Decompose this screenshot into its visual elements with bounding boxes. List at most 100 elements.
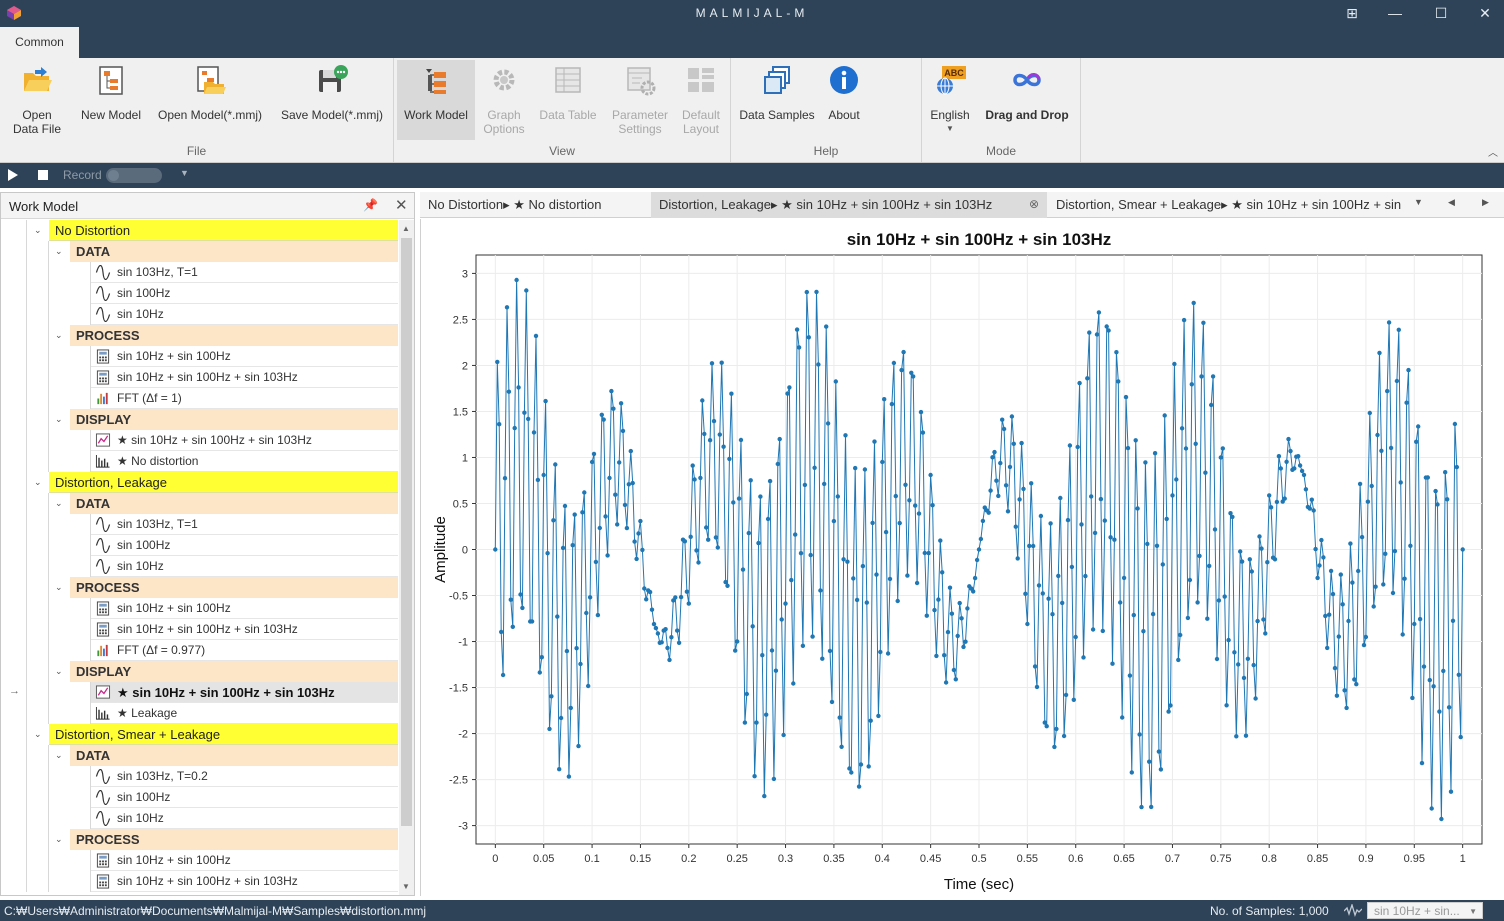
collapse-toggle-icon[interactable]: ⌄ bbox=[34, 477, 42, 488]
doc-tab-leakage[interactable]: Distortion, Leakage▸ ★ sin 10Hz + sin 10… bbox=[651, 192, 1047, 218]
tree-node-bar[interactable]: No Distortion bbox=[49, 220, 398, 241]
tree-item[interactable]: ★ No distortion bbox=[1, 451, 398, 472]
tree-node-bar[interactable]: FFT (Δf = 1) bbox=[91, 388, 398, 409]
tree-node-bar[interactable]: ★ sin 10Hz + sin 100Hz + sin 103Hz bbox=[91, 430, 398, 451]
tree-model-node[interactable]: ⌄ No Distortion bbox=[1, 220, 398, 241]
tree-node-bar[interactable]: sin 10Hz bbox=[91, 304, 398, 325]
data-table-button[interactable]: Data Table bbox=[533, 60, 603, 140]
tree-node-bar[interactable]: Distortion, Smear + Leakage bbox=[49, 724, 398, 745]
collapse-toggle-icon[interactable]: ⌄ bbox=[55, 666, 63, 677]
tree-node-bar[interactable]: DATA bbox=[70, 745, 398, 766]
tree-section-node[interactable]: ⌄ PROCESS bbox=[1, 325, 398, 346]
tree-item[interactable]: sin 10Hz bbox=[1, 808, 398, 829]
tree-item[interactable]: → ★ sin 10Hz + sin 100Hz + sin 103Hz bbox=[1, 682, 398, 703]
open-data-file-button[interactable]: Open Data File bbox=[4, 60, 70, 140]
tree-item[interactable]: FFT (Δf = 0.977) bbox=[1, 640, 398, 661]
tree-item[interactable]: sin 103Hz, T=1 bbox=[1, 262, 398, 283]
about-button[interactable]: About bbox=[821, 60, 867, 140]
tree-section-node[interactable]: ⌄ DISPLAY bbox=[1, 409, 398, 430]
panel-close-icon[interactable]: ✕ bbox=[395, 196, 408, 214]
collapse-toggle-icon[interactable]: ⌄ bbox=[55, 498, 63, 509]
tree-node-bar[interactable]: DISPLAY bbox=[70, 661, 398, 682]
tree-node-bar[interactable]: sin 100Hz bbox=[91, 535, 398, 556]
tree-node-bar[interactable]: ★ sin 10Hz + sin 100Hz + sin 103Hz bbox=[91, 682, 398, 703]
stop-icon[interactable] bbox=[38, 170, 48, 180]
tree-node-bar[interactable]: sin 10Hz + sin 100Hz bbox=[91, 850, 398, 871]
tree-node-bar[interactable]: sin 10Hz bbox=[91, 556, 398, 577]
tree-node-bar[interactable]: PROCESS bbox=[70, 577, 398, 598]
tree-node-bar[interactable]: sin 103Hz, T=1 bbox=[91, 262, 398, 283]
tree-scrollbar[interactable]: ▲ ▼ bbox=[399, 220, 414, 895]
tree-item[interactable]: sin 100Hz bbox=[1, 283, 398, 304]
maximize-icon[interactable]: ☐ bbox=[1426, 2, 1456, 24]
save-model-button[interactable]: Save Model(*.mmj) bbox=[274, 60, 390, 140]
parameter-settings-button[interactable]: Parameter Settings bbox=[606, 60, 674, 140]
tab-scroll-left-icon[interactable]: ◀ bbox=[1448, 197, 1455, 208]
minimize-icon[interactable]: — bbox=[1380, 2, 1410, 24]
tree-node-bar[interactable]: DISPLAY bbox=[70, 409, 398, 430]
tree-node-bar[interactable]: sin 100Hz bbox=[91, 787, 398, 808]
tree-model-node[interactable]: ⌄ Distortion, Smear + Leakage bbox=[1, 724, 398, 745]
scroll-up-icon[interactable]: ▲ bbox=[402, 224, 410, 233]
tree-item[interactable]: sin 103Hz, T=0.2 bbox=[1, 766, 398, 787]
tree-node-bar[interactable]: sin 103Hz, T=1 bbox=[91, 514, 398, 535]
tree-section-node[interactable]: ⌄ PROCESS bbox=[1, 577, 398, 598]
tree-model-node[interactable]: ⌄ Distortion, Leakage bbox=[1, 472, 398, 493]
collapse-toggle-icon[interactable]: ⌄ bbox=[55, 834, 63, 845]
tab-list-dropdown-icon[interactable]: ▼ bbox=[1414, 197, 1423, 207]
default-layout-button[interactable]: Default Layout bbox=[676, 60, 726, 140]
tree-node-bar[interactable]: sin 10Hz + sin 100Hz bbox=[91, 598, 398, 619]
tree-node-bar[interactable]: sin 10Hz + sin 100Hz + sin 103Hz bbox=[91, 871, 398, 892]
scrollbar-thumb[interactable] bbox=[401, 238, 412, 826]
tree-node-bar[interactable]: sin 10Hz + sin 100Hz + sin 103Hz bbox=[91, 367, 398, 388]
tree-node-bar[interactable]: sin 10Hz + sin 100Hz + sin 103Hz bbox=[91, 619, 398, 640]
doc-tab-no-distortion[interactable]: No Distortion▸ ★ No distortion bbox=[420, 192, 650, 218]
tree-node-bar[interactable]: sin 100Hz bbox=[91, 283, 398, 304]
tree-node-bar[interactable]: ★ No distortion bbox=[91, 451, 398, 472]
tree-item[interactable]: FFT (Δf = 1) bbox=[1, 388, 398, 409]
tree-node-bar[interactable]: ★ Leakage bbox=[91, 703, 398, 724]
drag-and-drop-button[interactable]: Drag and Drop bbox=[978, 60, 1076, 140]
tab-scroll-right-icon[interactable]: ▶ bbox=[1482, 197, 1489, 208]
work-model-button[interactable]: Work Model bbox=[397, 60, 475, 140]
collapse-toggle-icon[interactable]: ⌄ bbox=[34, 225, 42, 236]
tree-node-bar[interactable]: sin 10Hz + sin 100Hz bbox=[91, 346, 398, 367]
tab-close-icon[interactable]: ⊗ bbox=[1029, 192, 1039, 217]
tree-node-bar[interactable]: PROCESS bbox=[70, 325, 398, 346]
open-model-button[interactable]: Open Model(*.mmj) bbox=[152, 60, 268, 140]
tree-section-node[interactable]: ⌄ PROCESS bbox=[1, 829, 398, 850]
collapse-toggle-icon[interactable]: ⌄ bbox=[55, 582, 63, 593]
language-button[interactable]: ABC English ▼ bbox=[926, 60, 974, 140]
tree-item[interactable]: sin 10Hz + sin 100Hz + sin 103Hz bbox=[1, 367, 398, 388]
collapse-toggle-icon[interactable]: ⌄ bbox=[34, 729, 42, 740]
tree-node-bar[interactable]: DATA bbox=[70, 241, 398, 262]
tree-section-node[interactable]: ⌄ DATA bbox=[1, 745, 398, 766]
tree-node-bar[interactable]: FFT (Δf = 0.977) bbox=[91, 640, 398, 661]
tree-section-node[interactable]: ⌄ DATA bbox=[1, 493, 398, 514]
collapse-toggle-icon[interactable]: ⌄ bbox=[55, 750, 63, 761]
tree-item[interactable]: sin 10Hz bbox=[1, 304, 398, 325]
series-select[interactable]: sin 10Hz + sin... ▼ bbox=[1367, 902, 1483, 919]
graph-options-button[interactable]: Graph Options bbox=[478, 60, 530, 140]
collapse-toggle-icon[interactable]: ⌄ bbox=[55, 414, 63, 425]
tree-section-node[interactable]: ⌄ DISPLAY bbox=[1, 661, 398, 682]
collapse-toggle-icon[interactable]: ⌄ bbox=[55, 330, 63, 341]
collapse-ribbon-icon[interactable]: ︿ bbox=[1488, 144, 1498, 159]
record-toggle[interactable] bbox=[106, 168, 162, 183]
tree-node-bar[interactable]: sin 10Hz bbox=[91, 808, 398, 829]
tree-item[interactable]: sin 10Hz + sin 100Hz bbox=[1, 346, 398, 367]
tree-node-bar[interactable]: PROCESS bbox=[70, 829, 398, 850]
record-dropdown-icon[interactable]: ▼ bbox=[180, 168, 189, 178]
tab-common[interactable]: Common bbox=[0, 27, 79, 58]
scroll-down-icon[interactable]: ▼ bbox=[402, 882, 410, 891]
tree-node-bar[interactable]: sin 103Hz, T=0.2 bbox=[91, 766, 398, 787]
data-samples-button[interactable]: Data Samples bbox=[735, 60, 819, 140]
tree-node-bar[interactable]: Distortion, Leakage bbox=[49, 472, 398, 493]
tree-item[interactable]: sin 10Hz + sin 100Hz bbox=[1, 598, 398, 619]
play-icon[interactable] bbox=[8, 169, 18, 181]
tree-section-node[interactable]: ⌄ DATA bbox=[1, 241, 398, 262]
tree-item[interactable]: sin 10Hz + sin 100Hz + sin 103Hz bbox=[1, 871, 398, 892]
tree-item[interactable]: sin 100Hz bbox=[1, 787, 398, 808]
line-chart[interactable]: sin 10Hz + sin 100Hz + sin 103Hz 3 2.5 2 1.5… bbox=[421, 219, 1503, 896]
tree-item[interactable]: sin 100Hz bbox=[1, 535, 398, 556]
